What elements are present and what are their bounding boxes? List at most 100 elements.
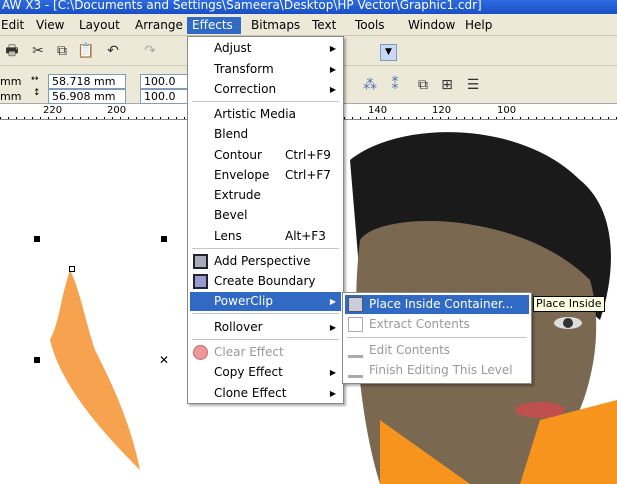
selection-handle[interactable] [161, 236, 167, 242]
width-field[interactable]: 58.718 mm [48, 74, 126, 89]
menu-arrange[interactable]: Arrange [130, 17, 188, 34]
menu-item-transform[interactable]: Transform ▶ [190, 60, 341, 79]
menu-item-clone-effect[interactable]: Clone Effect ▶ [190, 384, 341, 403]
separator [192, 339, 339, 340]
submenu-arrow-icon: ▶ [329, 368, 336, 377]
effects-menu: Adjust ▶ Transform ▶ Correction ▶ Artistic … [187, 36, 344, 404]
align-icon[interactable]: ☰ [463, 75, 483, 95]
label: Lens [214, 229, 242, 243]
break-apart-icon[interactable]: ⁂ [360, 75, 380, 95]
label: Place Inside Container... [369, 297, 514, 311]
label: Contour [214, 148, 262, 162]
label: Add Perspective [214, 254, 311, 268]
print-icon[interactable]: 🖶 [2, 41, 22, 61]
label: Blend [214, 127, 249, 141]
menu-item-correction[interactable]: Correction ▶ [190, 80, 341, 99]
label: Rollover [214, 320, 263, 334]
ruler-label: 100 [497, 105, 517, 116]
height-field[interactable]: 56.908 mm [48, 89, 126, 104]
menu-text[interactable]: Text [307, 17, 341, 34]
menu-help[interactable]: Help [460, 17, 497, 34]
edit-contents-icon [348, 343, 363, 358]
menu-item-blend[interactable]: Blend [190, 125, 341, 144]
label: Copy Effect [214, 365, 283, 379]
selection-handle[interactable] [34, 236, 40, 242]
submenu-arrow-icon: ▶ [329, 389, 336, 398]
height-icon: ↕ [33, 88, 41, 98]
finish-editing-icon [348, 363, 363, 378]
menu-item-clear-effect[interactable]: Clear Effect [190, 343, 341, 362]
zoom-dropdown-arrow[interactable]: ▼ [380, 44, 397, 61]
separator [192, 101, 339, 102]
menu-layout[interactable]: Layout [74, 17, 125, 34]
orange-shape [50, 270, 140, 470]
submenu-arrow-icon: ▶ [329, 297, 336, 306]
menu-item-envelope[interactable]: Envelope Ctrl+F7 [190, 166, 341, 185]
menu-item-place-inside-container[interactable]: Place Inside Container... [345, 295, 529, 314]
shortcut: Alt+F3 [285, 229, 326, 243]
scale-y-field[interactable]: 100.0 [140, 89, 190, 104]
ruler-label: 120 [432, 105, 452, 116]
ruler-label: 220 [43, 105, 63, 116]
menu-item-adjust[interactable]: Adjust ▶ [190, 39, 341, 58]
title-bar: AW X3 - [C:\Documents and Settings\Samee… [0, 0, 617, 14]
menu-view[interactable]: View [31, 17, 69, 34]
extract-icon [348, 317, 363, 332]
submenu-arrow-icon: ▶ [329, 323, 336, 332]
cut-icon[interactable]: ✂ [28, 41, 48, 61]
label: Create Boundary [214, 274, 316, 288]
selection-handle[interactable] [34, 357, 40, 363]
label: Correction [214, 82, 277, 96]
ruler-label: 200 [107, 105, 127, 116]
menu-window[interactable]: Window [403, 17, 460, 34]
clear-effect-icon [193, 345, 208, 360]
label: Clone Effect [214, 386, 287, 400]
combine-icon[interactable]: ⁑ [385, 75, 405, 95]
unit-label: mm [0, 75, 22, 88]
center-marker-icon: ✕ [159, 353, 170, 367]
label: Artistic Media [214, 107, 296, 121]
submenu-arrow-icon: ▶ [329, 85, 336, 94]
label: Extract Contents [369, 317, 470, 331]
menu-bar: Edit View Layout Arrange Effects Bitmaps… [0, 14, 617, 36]
paste-icon[interactable]: 📋 [76, 41, 96, 61]
weld-icon[interactable]: ⧉ [413, 75, 433, 95]
menu-item-powerclip[interactable]: PowerClip ▶ [190, 292, 341, 311]
menu-item-edit-contents[interactable]: Edit Contents [345, 341, 529, 360]
copy-icon[interactable]: ⧉ [52, 41, 72, 61]
menu-item-artistic-media[interactable]: Artistic Media [190, 105, 341, 124]
menu-item-contour[interactable]: Contour Ctrl+F9 [190, 146, 341, 165]
menu-edit[interactable]: Edit [0, 17, 29, 34]
tooltip: Place Inside [533, 296, 605, 312]
undo-icon[interactable]: ↶ [103, 41, 123, 61]
trim-icon[interactable]: ⊞ [437, 75, 457, 95]
menu-item-copy-effect[interactable]: Copy Effect ▶ [190, 363, 341, 382]
menu-item-lens[interactable]: Lens Alt+F3 [190, 227, 341, 246]
separator [192, 248, 339, 249]
ruler-label: 140 [368, 105, 388, 116]
node-handle[interactable] [69, 266, 75, 272]
separator [192, 313, 339, 314]
menu-item-add-perspective[interactable]: Add Perspective [190, 252, 341, 271]
menu-item-extract-contents[interactable]: Extract Contents [345, 315, 529, 334]
separator [347, 337, 527, 338]
label: Envelope [214, 168, 270, 182]
label: Extrude [214, 188, 261, 202]
menu-bitmaps[interactable]: Bitmaps [246, 17, 305, 34]
mouth [515, 402, 565, 418]
scale-x-field[interactable]: 100.0 [140, 74, 190, 89]
menu-item-finish-editing[interactable]: Finish Editing This Level [345, 361, 529, 380]
label: Transform [214, 62, 274, 76]
place-inside-icon [348, 297, 363, 312]
shortcut: Ctrl+F9 [285, 148, 331, 162]
label: Edit Contents [369, 343, 451, 357]
redo-icon[interactable]: ↷ [140, 41, 160, 61]
menu-item-extrude[interactable]: Extrude [190, 186, 341, 205]
label: Adjust [214, 41, 252, 55]
menu-effects[interactable]: Effects [187, 17, 241, 34]
menu-item-create-boundary[interactable]: Create Boundary [190, 272, 341, 291]
menu-item-bevel[interactable]: Bevel [190, 206, 341, 225]
menu-tools[interactable]: Tools [350, 17, 390, 34]
menu-item-rollover[interactable]: Rollover ▶ [190, 318, 341, 337]
boundary-icon [193, 274, 208, 289]
